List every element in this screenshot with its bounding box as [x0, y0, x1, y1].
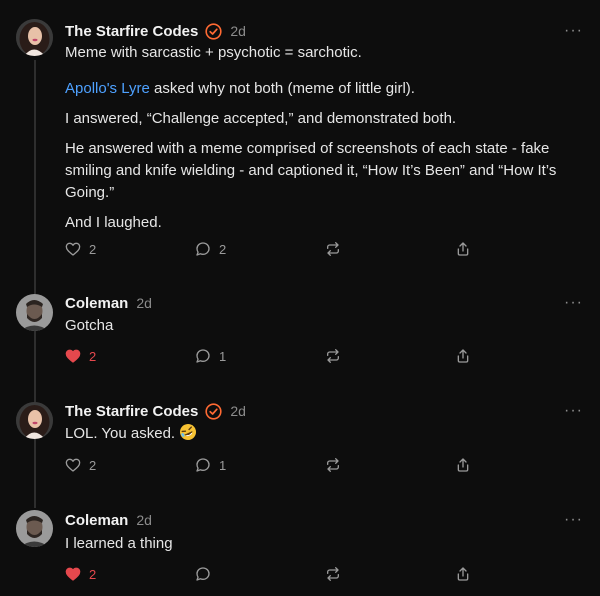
like-button[interactable]: 2: [65, 455, 96, 475]
reply-button[interactable]: 1: [195, 346, 226, 366]
comment-body: LOL. You asked.: [65, 423, 575, 456]
like-button[interactable]: 2: [65, 564, 96, 584]
comment-body: Gotcha: [65, 315, 575, 345]
share-upload-icon: [455, 457, 471, 473]
more-dots-icon[interactable]: ···: [564, 23, 583, 39]
comment-text: LOL. You asked.: [65, 423, 575, 448]
restack-button[interactable]: [325, 564, 341, 584]
like-count: 2: [89, 348, 97, 364]
restack-button[interactable]: [325, 239, 341, 259]
comment-paragraph: Meme with sarcastic + psychotic = sarcho…: [65, 44, 362, 61]
avatar[interactable]: [16, 402, 53, 439]
share-upload-icon: [455, 348, 471, 364]
author-name[interactable]: The Starfire Codes: [65, 403, 198, 420]
comment-header: Coleman 2d: [65, 292, 152, 314]
avatar[interactable]: [16, 19, 53, 56]
heart-icon: [65, 566, 81, 582]
reply-button[interactable]: 1: [195, 455, 226, 475]
speech-bubble-icon: [195, 566, 211, 582]
comment-actions: 2 2: [65, 239, 485, 259]
avatar[interactable]: [16, 294, 53, 331]
more-dots-icon[interactable]: ···: [564, 512, 583, 528]
author-name[interactable]: Coleman: [65, 512, 128, 529]
paragraph-text: asked why not both (meme of little girl)…: [149, 80, 415, 97]
comment-text: I learned a thing: [65, 535, 173, 552]
comment-text-content: LOL. You asked.: [65, 425, 176, 442]
comment-post: Coleman 2d ··· I learned a thing 2: [0, 496, 600, 596]
heart-icon: [65, 457, 81, 473]
comment-text: Gotcha: [65, 317, 114, 334]
reply-count: 1: [219, 348, 227, 364]
comment-header: Coleman 2d: [65, 509, 152, 531]
like-count: 2: [89, 566, 97, 582]
comment-header: The Starfire Codes 2d: [65, 20, 246, 42]
comment-paragraph: I answered, “Challenge accepted,” and de…: [65, 110, 457, 127]
comment-paragraph: Apollo's Lyre asked why not both (meme o…: [65, 78, 575, 100]
more-dots-icon[interactable]: ···: [564, 295, 583, 311]
reply-button[interactable]: 2: [195, 239, 226, 259]
author-name[interactable]: The Starfire Codes: [65, 23, 198, 40]
reply-button[interactable]: [195, 564, 211, 584]
share-button[interactable]: [455, 455, 471, 475]
author-name[interactable]: Coleman: [65, 295, 128, 312]
restack-button[interactable]: [325, 455, 341, 475]
comment-paragraph: He answered with a meme comprised of scr…: [65, 140, 557, 201]
speech-bubble-icon: [195, 457, 211, 473]
like-count: 2: [89, 241, 97, 257]
share-button[interactable]: [455, 239, 471, 259]
restack-arrows-icon: [325, 566, 341, 582]
more-dots-icon[interactable]: ···: [564, 403, 583, 419]
share-upload-icon: [455, 566, 471, 582]
like-count: 2: [89, 457, 97, 473]
share-button[interactable]: [455, 564, 471, 584]
comment-thread: The Starfire Codes 2d ··· Meme with sarc…: [0, 0, 600, 596]
comment-actions: 2: [65, 564, 485, 584]
share-button[interactable]: [455, 346, 471, 366]
timestamp[interactable]: 2d: [136, 295, 152, 311]
comment-paragraph: And I laughed.: [65, 214, 162, 231]
timestamp[interactable]: 2d: [136, 512, 152, 528]
comment-header: The Starfire Codes 2d: [65, 400, 246, 422]
avatar[interactable]: [16, 510, 53, 547]
like-button[interactable]: 2: [65, 346, 96, 366]
mention-link[interactable]: Apollo's Lyre: [65, 80, 150, 97]
restack-button[interactable]: [325, 346, 341, 366]
restack-arrows-icon: [325, 241, 341, 257]
reply-count: 1: [219, 457, 227, 473]
reply-count: 2: [219, 241, 227, 257]
timestamp[interactable]: 2d: [230, 403, 246, 419]
share-upload-icon: [455, 241, 471, 257]
speech-bubble-icon: [195, 348, 211, 364]
speech-bubble-icon: [195, 241, 211, 257]
restack-arrows-icon: [325, 348, 341, 364]
comment-post: The Starfire Codes 2d ··· LOL. You asked…: [0, 388, 600, 496]
verified-check-icon: [205, 22, 222, 40]
comment-post: The Starfire Codes 2d ··· Meme with sarc…: [0, 0, 600, 280]
heart-icon: [65, 241, 81, 257]
rolling-on-floor-laughing-emoji: [179, 423, 197, 448]
heart-icon: [65, 348, 81, 364]
verified-check-icon: [205, 402, 222, 420]
comment-body: I learned a thing: [65, 533, 575, 563]
comment-actions: 2 1: [65, 346, 485, 366]
timestamp[interactable]: 2d: [230, 23, 246, 39]
like-button[interactable]: 2: [65, 239, 96, 259]
comment-actions: 2 1: [65, 455, 485, 475]
restack-arrows-icon: [325, 457, 341, 473]
comment-body: Meme with sarcastic + psychotic = sarcho…: [65, 42, 575, 242]
comment-post: Coleman 2d ··· Gotcha 2 1: [0, 280, 600, 388]
